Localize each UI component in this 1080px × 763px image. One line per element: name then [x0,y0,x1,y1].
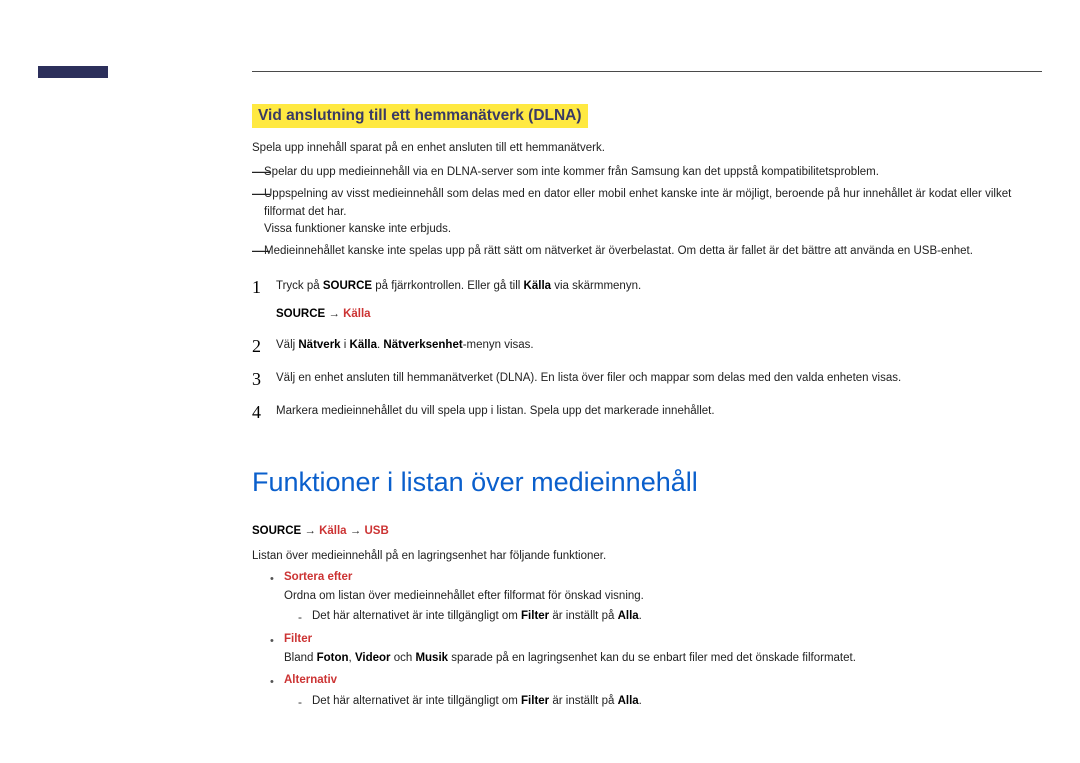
text-fragment: och [391,652,416,664]
bullet-title: Sortera efter [284,571,352,583]
step-text: Tryck på SOURCE på fjärrkontrollen. Elle… [276,278,1042,323]
bullet-sub-note: - Det här alternativet är inte tillgängl… [298,608,1042,627]
bullet-head: • Alternativ [270,674,1042,691]
sub-note-text: Det här alternativet är inte tillgänglig… [312,693,642,712]
keyword-videor: Videor [355,652,391,664]
text-fragment: . [639,695,642,707]
path-source: SOURCE [252,525,301,537]
sub-dash-icon: - [298,693,312,712]
step-number: 4 [252,403,276,422]
bullet-title: Alternativ [284,674,337,686]
path-source: SOURCE [276,308,325,320]
keyword-foton: Foton [317,652,349,664]
keyword-natverksenhet: Nätverksenhet [383,339,462,351]
dash-note-text: Uppspelning av visst medieinnehåll som d… [264,186,1042,238]
main-intro: Listan över medieinnehåll på en lagrings… [252,547,1042,565]
step-row: 2 Välj Nätverk i Källa. Nätverksenhet-me… [252,337,1042,356]
bullet-desc: Ordna om listan över medieinnehållet eft… [284,588,1042,606]
keyword-musik: Musik [415,652,448,664]
text-fragment: i [341,339,350,351]
text-fragment: är inställt på [549,610,617,622]
keyword-source: SOURCE [323,280,372,292]
path-usb: USB [364,525,388,537]
source-path: SOURCE → Källa [276,306,1042,323]
bullet-head: • Sortera efter [270,571,1042,588]
section-title: Vid anslutning till ett hemmanätverk (DL… [252,104,588,128]
text-fragment: Det här alternativet är inte tillgänglig… [312,695,521,707]
keyword-filter: Filter [521,695,549,707]
text-fragment: på fjärrkontrollen. Eller gå till [372,280,523,292]
dash-note-text: Medieinnehållet kanske inte spelas upp p… [264,243,1042,260]
bullet-list: • Sortera efter Ordna om listan över med… [270,571,1042,711]
main-heading: Funktioner i listan över medieinnehåll [252,467,1042,498]
bullet-title: Filter [284,633,312,645]
step-text: Välj en enhet ansluten till hemmanätverk… [276,370,1042,387]
sub-dash-icon: - [298,608,312,627]
dash-note: ― Spelar du upp medieinnehåll via en DLN… [252,164,1042,181]
text-fragment: Det här alternativet är inte tillgänglig… [312,610,521,622]
dash-note: ― Medieinnehållet kanske inte spelas upp… [252,243,1042,260]
dash-note-list: ― Spelar du upp medieinnehåll via en DLN… [252,164,1042,260]
page-content: Vid anslutning till ett hemmanätverk (DL… [252,104,1042,717]
text-fragment: Bland [284,652,317,664]
dash-note-text: Spelar du upp medieinnehåll via en DLNA-… [264,164,1042,181]
dash-icon: ― [252,243,264,260]
bullet-dot-icon: • [270,633,284,650]
step-row: 4 Markera medieinnehållet du vill spela … [252,403,1042,422]
text-fragment: Välj [276,339,298,351]
step-number: 1 [252,278,276,297]
step-row: 3 Välj en enhet ansluten till hemmanätve… [252,370,1042,389]
step-text: Välj Nätverk i Källa. Nätverksenhet-meny… [276,337,1042,354]
keyword-kalla: Källa [350,339,378,351]
header-rule [252,71,1042,72]
bullet-sub-note: - Det här alternativet är inte tillgängl… [298,693,1042,712]
bullet-desc: Bland Foton, Videor och Musik sparade på… [284,650,1042,668]
keyword-alla: Alla [618,610,639,622]
bullet-dot-icon: • [270,571,284,588]
bullet-item: • Sortera efter Ordna om listan över med… [270,571,1042,626]
dash-note-line2: Vissa funktioner kanske inte erbjuds. [264,223,451,235]
text-fragment: via skärmmenyn. [551,280,641,292]
path-kalla: Källa [319,525,347,537]
bullet-item: • Filter Bland Foton, Videor och Musik s… [270,633,1042,668]
section-intro: Spela upp innehåll sparat på en enhet an… [252,142,1042,154]
dash-note-line1: Uppspelning av visst medieinnehåll som d… [264,188,1011,217]
header-accent-bar [38,66,108,78]
dash-icon: ― [252,164,264,181]
keyword-natverk: Nätverk [298,339,340,351]
text-fragment: är inställt på [549,695,617,707]
step-row: 1 Tryck på SOURCE på fjärrkontrollen. El… [252,278,1042,323]
path-arrow: → [301,525,319,537]
text-fragment: -menyn visas. [463,339,534,351]
keyword-filter: Filter [521,610,549,622]
main-source-path: SOURCE → Källa → USB [252,522,1042,540]
step-number: 2 [252,337,276,356]
keyword-alla: Alla [618,695,639,707]
dash-note: ― Uppspelning av visst medieinnehåll som… [252,186,1042,238]
text-fragment: sparade på en lagringsenhet kan du se en… [448,652,856,664]
text-fragment: . [639,610,642,622]
dash-icon: ― [252,186,264,238]
bullet-head: • Filter [270,633,1042,650]
keyword-kalla: Källa [524,280,552,292]
sub-note-text: Det här alternativet är inte tillgänglig… [312,608,642,627]
path-arrow: → [347,525,365,537]
text-fragment: Tryck på [276,280,323,292]
numbered-steps: 1 Tryck på SOURCE på fjärrkontrollen. El… [252,278,1042,421]
bullet-dot-icon: • [270,674,284,691]
step-text: Markera medieinnehållet du vill spela up… [276,403,1042,420]
path-arrow: → [325,308,343,320]
step-number: 3 [252,370,276,389]
path-kalla: Källa [343,308,371,320]
bullet-item: • Alternativ - Det här alternativet är i… [270,674,1042,712]
